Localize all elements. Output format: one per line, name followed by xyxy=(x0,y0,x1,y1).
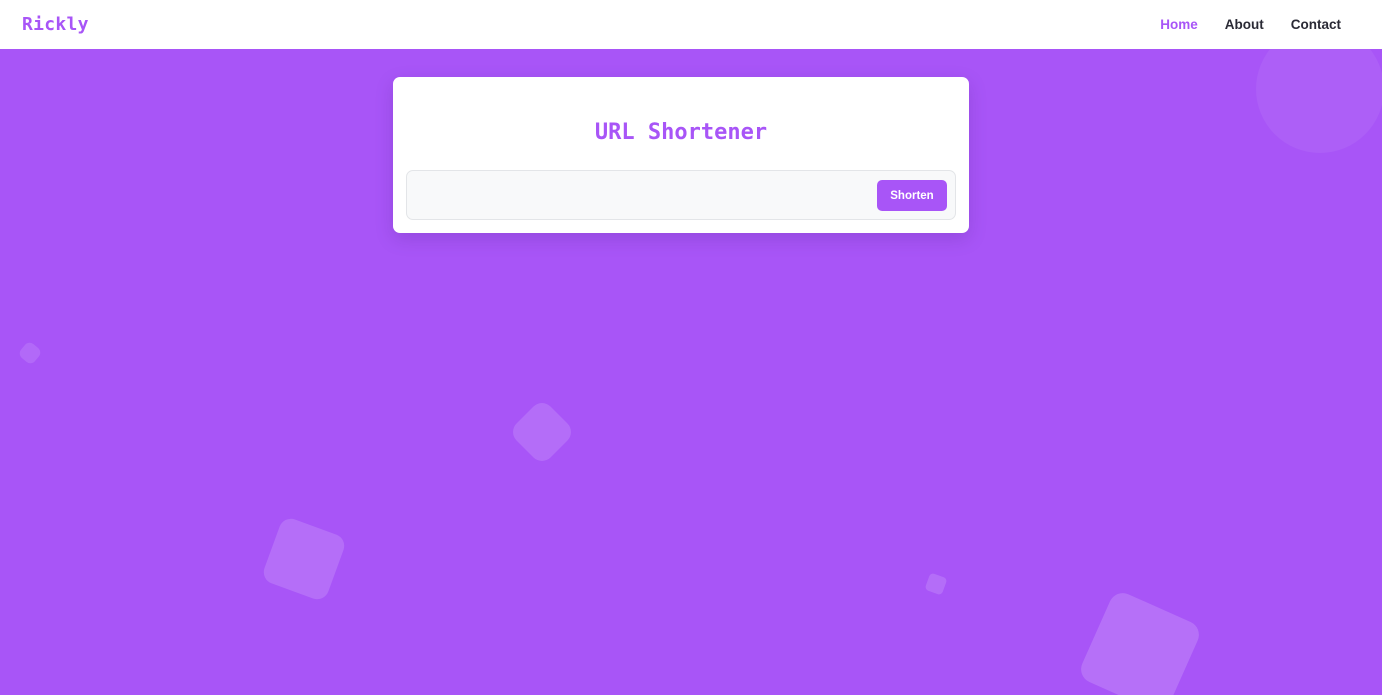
decorative-square-small-left xyxy=(17,340,43,366)
nav-link-about[interactable]: About xyxy=(1225,17,1264,32)
decorative-square-right-large xyxy=(1076,588,1204,695)
nav-links: Home About Contact xyxy=(1160,17,1341,32)
hero-section: URL Shortener Shorten xyxy=(0,49,1382,695)
shorten-button[interactable]: Shorten xyxy=(877,180,947,211)
nav-link-home[interactable]: Home xyxy=(1160,17,1198,32)
shortener-card: URL Shortener Shorten xyxy=(393,77,969,233)
decorative-square-tiny xyxy=(924,572,948,596)
page-title: URL Shortener xyxy=(594,120,768,145)
navbar: Rickly Home About Contact xyxy=(0,0,1382,49)
url-input[interactable] xyxy=(415,179,870,211)
nav-link-contact[interactable]: Contact xyxy=(1291,17,1341,32)
url-form: Shorten xyxy=(406,170,956,220)
decorative-square-left-large xyxy=(260,515,348,603)
brand-logo[interactable]: Rickly xyxy=(22,14,89,35)
decorative-square-middle xyxy=(508,398,576,466)
decorative-circle xyxy=(1256,49,1382,153)
